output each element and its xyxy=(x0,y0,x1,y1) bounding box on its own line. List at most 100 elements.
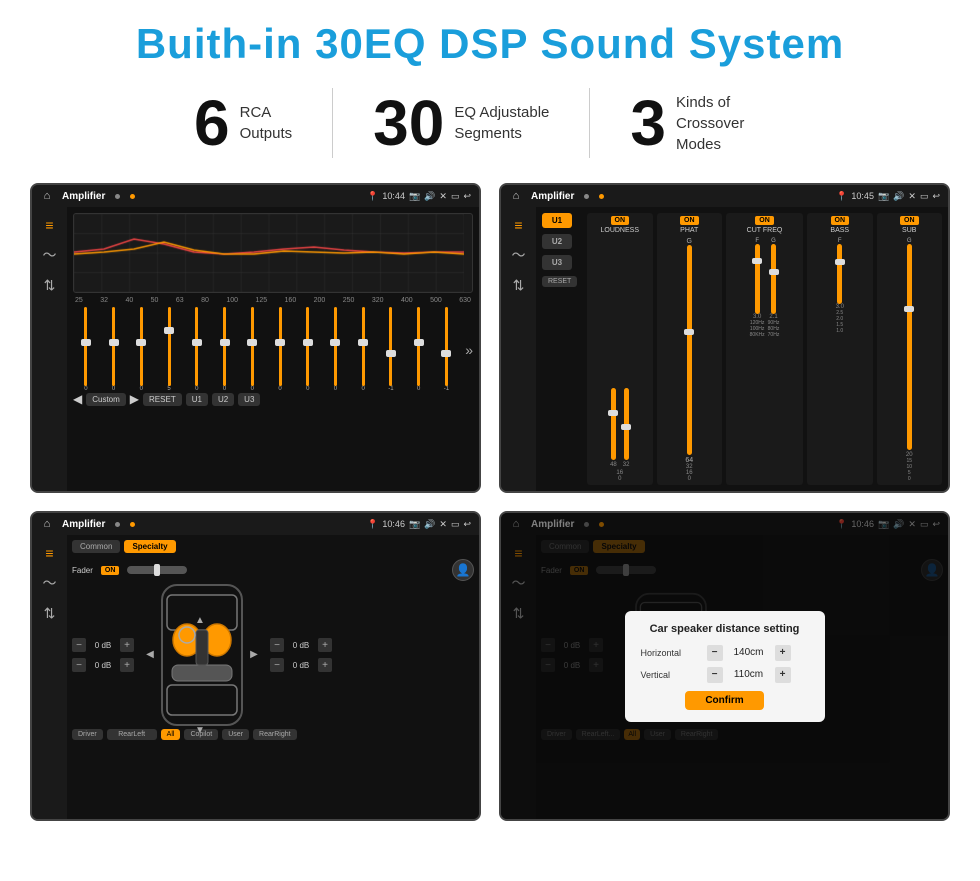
car-svg: ▲ ▼ ◀ ▶ xyxy=(142,575,262,735)
cutfreq-f: F 3.0 120Hz 100Hz 80KHz xyxy=(750,238,765,338)
slider-col-6[interactable]: 0 xyxy=(212,307,238,392)
fader-btn-driver[interactable]: Driver xyxy=(72,729,103,740)
eq-chart xyxy=(73,213,473,293)
slider-col-5[interactable]: 0 xyxy=(184,307,210,392)
screen-eq: ⌂ Amplifier 📍 10:44 📷 🔊 ✕ ▭ ↩ ≡ 〜 xyxy=(30,183,481,493)
crossover-main: U1 U2 U3 RESET ON LOUDNESS xyxy=(536,207,948,491)
slider-col-12[interactable]: -1 xyxy=(378,307,404,392)
crossover-back-icon: ↩ xyxy=(932,191,940,202)
fader-topbar-right: 📍 10:46 📷 🔊 ✕ ▭ ↩ xyxy=(367,519,471,530)
vol-fl-minus[interactable]: − xyxy=(72,638,86,652)
loudness-slider1[interactable]: 48 xyxy=(610,388,617,468)
fader-profile-icon[interactable]: 👤 xyxy=(452,559,474,581)
stat-number-crossover: 3 xyxy=(630,91,666,155)
slider-col-10[interactable]: 0 xyxy=(323,307,349,392)
crossover-sidebar-icon1[interactable]: ≡ xyxy=(514,217,522,233)
eq-bottom-bar: ◀ Custom ▶ RESET U1 U2 U3 xyxy=(73,392,473,406)
eq-sidebar-icon3[interactable]: ⇅ xyxy=(44,277,56,294)
x-icon: ✕ xyxy=(439,191,447,202)
slider-col-9[interactable]: 0 xyxy=(295,307,321,392)
dialog-horizontal-minus[interactable]: − xyxy=(707,645,723,661)
fader-tabs: Common Specialty xyxy=(72,540,474,553)
cutfreq-label: CUT FREQ xyxy=(747,227,783,234)
vol-rl-plus[interactable]: + xyxy=(120,658,134,672)
fader-label: Fader xyxy=(72,566,93,575)
play-icon[interactable]: ▶ xyxy=(130,392,139,406)
fader-tab-specialty[interactable]: Specialty xyxy=(124,540,175,553)
vol-fr-value: 0 dB xyxy=(287,641,315,650)
crossover-cols-area: ON LOUDNESS 48 xyxy=(587,213,942,485)
slider-col-8[interactable]: 0 xyxy=(267,307,293,392)
crossover-home-icon: ⌂ xyxy=(509,189,523,203)
eq-u2-btn[interactable]: U2 xyxy=(212,393,234,406)
crossover-sidebar-icon3[interactable]: ⇅ xyxy=(513,277,525,294)
u3-btn[interactable]: U3 xyxy=(542,255,572,270)
dialog-title: Car speaker distance setting xyxy=(641,623,809,635)
vol-fl-value: 0 dB xyxy=(89,641,117,650)
dialog-horizontal-plus[interactable]: + xyxy=(775,645,791,661)
eq-u1-btn[interactable]: U1 xyxy=(186,393,208,406)
bass-label: BASS xyxy=(830,227,849,234)
stat-crossover: 3 Kinds ofCrossover Modes xyxy=(590,91,826,155)
fader-on-badge[interactable]: ON xyxy=(101,566,120,575)
vol-rr-minus[interactable]: − xyxy=(270,658,284,672)
fader-bottom-buttons: Driver RearLeft All Copilot User RearRig… xyxy=(72,729,474,740)
eq-sidebar-icon1[interactable]: ≡ xyxy=(45,217,53,233)
vol-fr-minus[interactable]: − xyxy=(270,638,284,652)
slider-col-3[interactable]: 0 xyxy=(128,307,154,392)
sub-on: ON xyxy=(900,216,919,225)
fader-sidebar-icon3[interactable]: ⇅ xyxy=(44,605,56,622)
fader-sidebar-icon1[interactable]: ≡ xyxy=(45,545,53,561)
eq-sidebar-icon2[interactable]: 〜 xyxy=(43,245,57,265)
slider-col-14[interactable]: -1 xyxy=(434,307,460,392)
loudness-slider2[interactable]: 32 xyxy=(623,388,630,468)
eq-reset-btn[interactable]: RESET xyxy=(143,393,182,406)
camera-icon: 📷 xyxy=(409,191,420,202)
cutfreq-content: F 3.0 120Hz 100Hz 80KHz xyxy=(750,238,780,338)
prev-icon[interactable]: ◀ xyxy=(73,392,82,406)
fader-sidebar-icon2[interactable]: 〜 xyxy=(43,573,57,593)
crossover-sidebar-icon2[interactable]: 〜 xyxy=(512,245,526,265)
slider-col-4[interactable]: 5 xyxy=(156,307,182,392)
vol-control-rr: − 0 dB + xyxy=(270,658,332,672)
dialog-row-horizontal: Horizontal − 140cm + xyxy=(641,645,809,661)
vol-fr-plus[interactable]: + xyxy=(318,638,332,652)
topbar-fader: ⌂ Amplifier 📍 10:46 📷 🔊 ✕ ▭ ↩ xyxy=(32,513,479,535)
slider-col-7[interactable]: 0 xyxy=(239,307,265,392)
u2-btn[interactable]: U2 xyxy=(542,234,572,249)
screen-dialog: ⌂ Amplifier 📍 10:46 📷 🔊 ✕ ▭ ↩ ≡ 〜 xyxy=(499,511,950,821)
slider-col-1[interactable]: 0 xyxy=(73,307,99,392)
dialog-horizontal-label: Horizontal xyxy=(641,648,701,658)
eq-u3-btn[interactable]: U3 xyxy=(238,393,260,406)
slider-col-11[interactable]: 0 xyxy=(350,307,376,392)
vol-rr-plus[interactable]: + xyxy=(318,658,332,672)
slider-col-2[interactable]: 0 xyxy=(101,307,127,392)
screen-fader: ⌂ Amplifier 📍 10:46 📷 🔊 ✕ ▭ ↩ ≡ 〜 xyxy=(30,511,481,821)
fader-tab-common[interactable]: Common xyxy=(72,540,120,553)
fader-topbar-title: Amplifier xyxy=(62,519,105,530)
stat-text-rca: RCAOutputs xyxy=(240,102,293,144)
crossover-col-bass: ON BASS F 3.0 xyxy=(807,213,873,485)
dialog-confirm-button[interactable]: Confirm xyxy=(685,691,763,710)
bass-slider-f[interactable]: F 3.0 2.5 2.0 1.5 1.0 xyxy=(836,238,844,334)
u1-btn[interactable]: U1 xyxy=(542,213,572,228)
slider-col-13[interactable]: 0 xyxy=(406,307,432,392)
car-topview: ▲ ▼ ◀ ▶ xyxy=(142,585,262,725)
fader-location-icon: 📍 xyxy=(367,519,378,530)
dialog-vertical-minus[interactable]: − xyxy=(707,667,723,683)
svg-text:▶: ▶ xyxy=(250,649,258,660)
dialog-vertical-plus[interactable]: + xyxy=(775,667,791,683)
car-diagram-area: − 0 dB + − 0 dB + xyxy=(72,585,474,725)
bass-on: ON xyxy=(831,216,850,225)
eq-custom-btn[interactable]: Custom xyxy=(86,393,126,406)
crossover-col-sub: ON SUB G 20 15 10 5 0 xyxy=(877,213,943,485)
eq-sidebar: ≡ 〜 ⇅ xyxy=(32,207,67,491)
crossover-reset-btn[interactable]: RESET xyxy=(542,276,577,287)
vol-rl-minus[interactable]: − xyxy=(72,658,86,672)
expand-icon[interactable]: » xyxy=(461,342,473,358)
vol-fl-plus[interactable]: + xyxy=(120,638,134,652)
stat-text-crossover: Kinds ofCrossover Modes xyxy=(676,92,786,155)
fader-dot2 xyxy=(130,522,135,527)
stat-text-eq: EQ AdjustableSegments xyxy=(454,102,549,144)
fader-slider-h[interactable] xyxy=(127,566,187,574)
